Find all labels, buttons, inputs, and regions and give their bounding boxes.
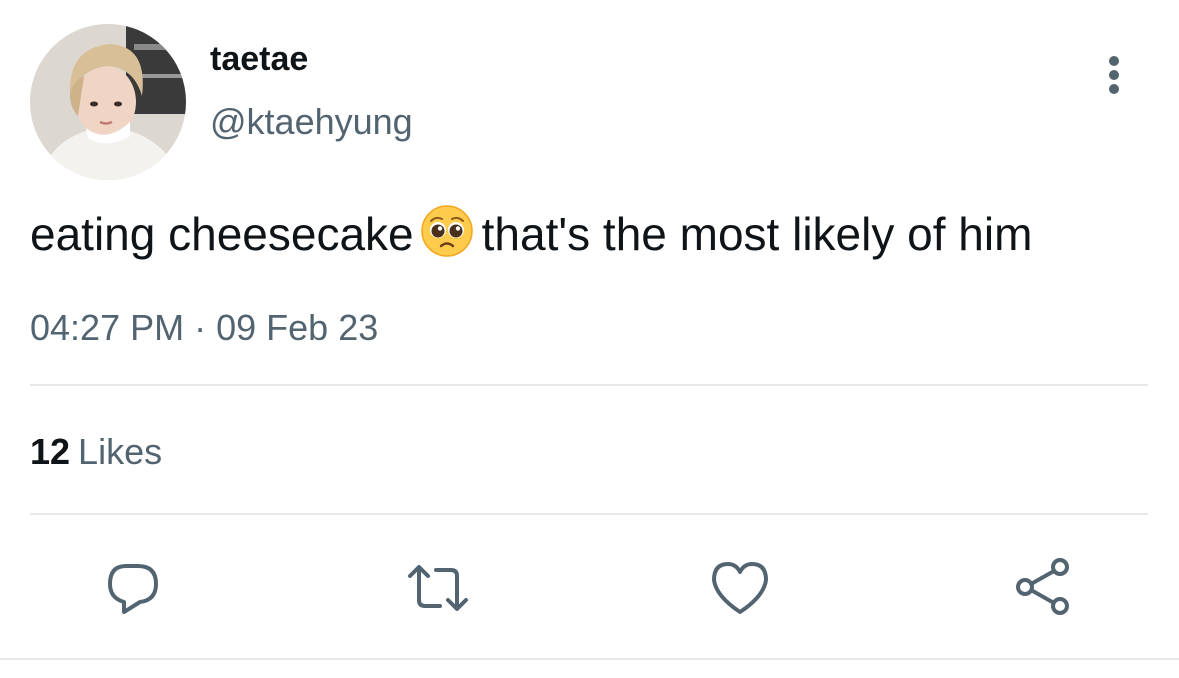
display-name[interactable]: taetae — [210, 38, 308, 80]
tweet-card: taetae @ktaehyung eating cheesecake that… — [0, 0, 1179, 678]
share-icon — [1016, 558, 1069, 615]
tweet-text: eating cheesecake that's the most likely… — [30, 204, 1160, 271]
reply-button[interactable] — [102, 556, 166, 620]
more-options-button[interactable] — [1096, 52, 1132, 98]
tweet-date: 09 Feb 23 — [216, 307, 379, 348]
divider — [30, 384, 1148, 386]
reply-icon — [108, 564, 158, 614]
retweet-icon — [408, 565, 468, 611]
profile-photo-icon — [30, 24, 186, 180]
more-options-icon — [1109, 56, 1119, 66]
avatar[interactable] — [30, 24, 186, 180]
heart-icon — [712, 562, 768, 614]
likes-stat[interactable]: 12 Likes — [30, 430, 162, 474]
likes-label: Likes — [78, 431, 163, 472]
pleading-face-emoji-icon — [420, 204, 474, 271]
tweet-timestamp[interactable]: 04:27 PM · 09 Feb 23 — [30, 306, 378, 350]
share-button[interactable] — [1012, 556, 1076, 620]
tweet-text-before: eating cheesecake — [30, 208, 414, 260]
like-button[interactable] — [708, 556, 772, 620]
more-options-dot — [1109, 84, 1119, 94]
divider — [0, 658, 1179, 660]
meta-separator: · — [194, 307, 207, 348]
divider — [30, 513, 1148, 515]
retweet-button[interactable] — [406, 556, 470, 620]
tweet-time: 04:27 PM — [30, 307, 185, 348]
tweet-text-after: that's the most likely of him — [481, 208, 1033, 260]
likes-count: 12 — [30, 431, 71, 472]
user-handle[interactable]: @ktaehyung — [210, 100, 413, 144]
more-options-dot — [1109, 70, 1119, 80]
